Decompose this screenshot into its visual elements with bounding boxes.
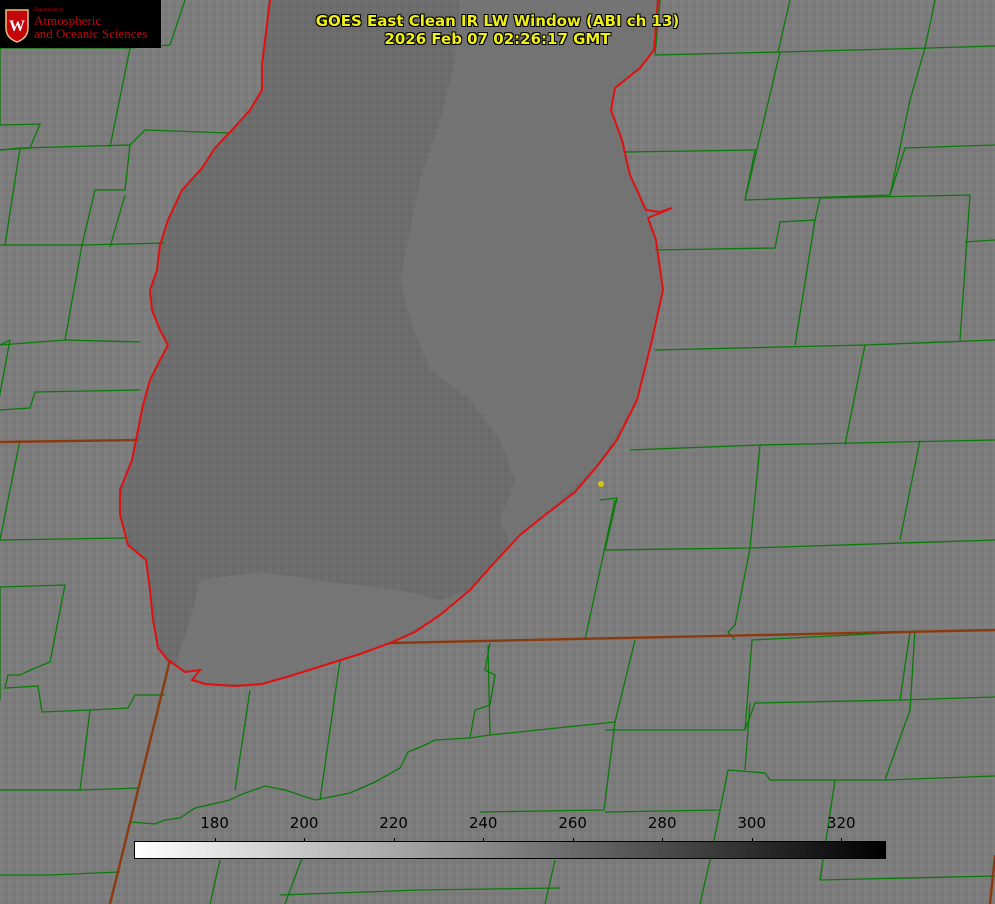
- colorbar-tick-label: 300: [737, 814, 767, 832]
- colorbar-tick-label: 260: [558, 814, 587, 832]
- colorbar-tick-label: 220: [379, 814, 408, 832]
- uw-crest-icon: W: [5, 9, 29, 43]
- colorbar-tick-label: 320: [826, 814, 856, 832]
- location-marker[interactable]: [598, 481, 604, 487]
- uw-aos-logo: W Department of Atmospheric and Oceanic …: [0, 0, 161, 48]
- colorbar: [134, 841, 886, 859]
- title-product: GOES East Clean IR LW Window (ABI ch 13): [315, 12, 680, 30]
- logo-line-2: and Oceanic Sciences: [34, 26, 148, 41]
- colorbar-tick-label: 180: [200, 814, 229, 832]
- colorbar-tick-label: 240: [468, 814, 498, 832]
- crest-letter: W: [9, 18, 25, 35]
- colorbar-tick-label: 280: [647, 814, 677, 832]
- image-title: GOES East Clean IR LW Window (ABI ch 13)…: [300, 12, 695, 48]
- title-timestamp: 2026 Feb 07 02:26:17 GMT: [384, 30, 611, 48]
- colorbar-tick-label: 200: [289, 814, 319, 832]
- satellite-map-view: W Department of Atmospheric and Oceanic …: [0, 0, 995, 904]
- map-canvas[interactable]: [0, 0, 995, 904]
